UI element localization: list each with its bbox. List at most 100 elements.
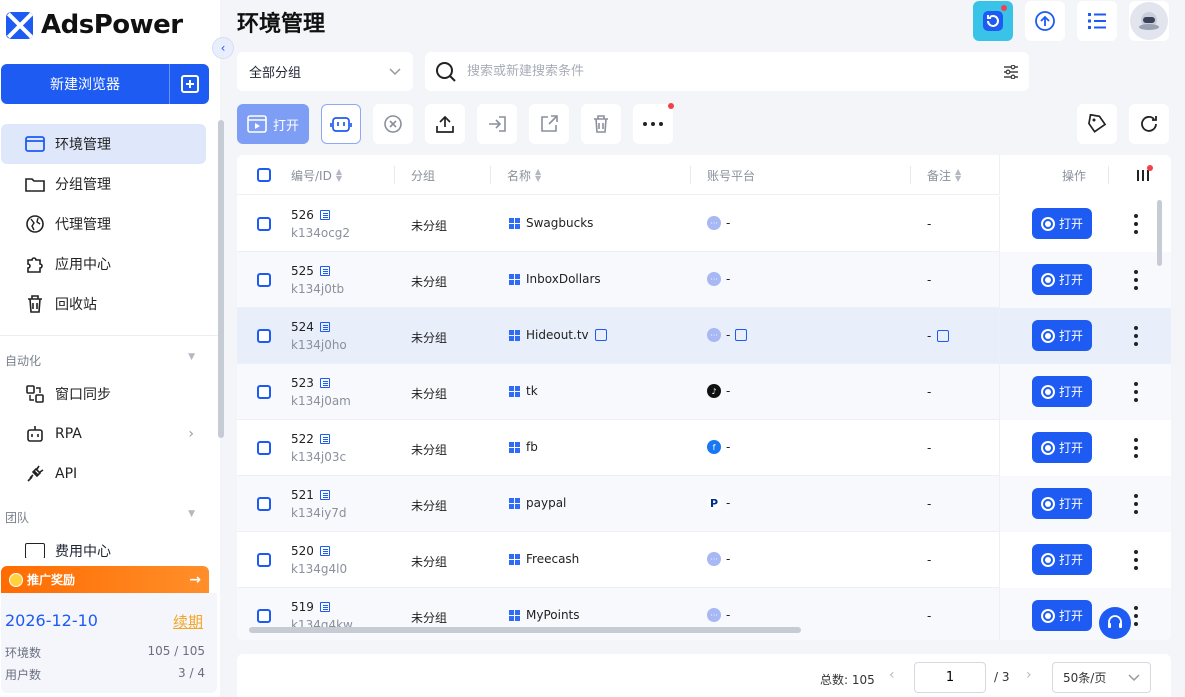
refresh-button[interactable]	[1129, 104, 1169, 144]
update-button[interactable]	[1025, 1, 1065, 41]
edit-icon[interactable]	[937, 330, 950, 342]
table-row[interactable]: 522 k134j03c 未分组 fb f - - 打开	[237, 420, 1171, 476]
new-browser-button[interactable]: 新建浏览器	[1, 64, 169, 104]
user-menu-button[interactable]	[1129, 1, 1169, 41]
open-profile-button[interactable]: 打开	[1032, 432, 1092, 463]
edit-icon[interactable]	[735, 329, 748, 341]
table-row[interactable]: 526 k134ocg2 未分组 Swagbucks ··· - - 打开	[237, 196, 1171, 252]
horizontal-scrollbar[interactable]	[249, 627, 801, 633]
copy-icon[interactable]	[319, 210, 330, 220]
renew-link[interactable]: 续期	[173, 611, 203, 632]
profile-id[interactable]: k134ocg2	[291, 226, 350, 240]
page-size-select[interactable]: 50条/页	[1052, 662, 1151, 693]
row-more-button[interactable]	[1134, 382, 1138, 402]
logo[interactable]: AdsPower	[6, 10, 183, 40]
nav-item-api[interactable]: API	[1, 454, 206, 494]
open-profile-button[interactable]: 打开	[1032, 488, 1092, 519]
open-profile-button[interactable]: 打开	[1032, 544, 1092, 575]
nav-item-rpa[interactable]: RPA ›	[1, 414, 206, 454]
delete-button[interactable]	[581, 104, 621, 144]
copy-icon[interactable]	[319, 602, 330, 612]
profile-id[interactable]: k134j0am	[291, 394, 351, 408]
collapse-sidebar-button[interactable]: ‹	[212, 37, 234, 59]
row-more-button[interactable]	[1134, 550, 1138, 570]
filter-sliders-icon[interactable]	[1003, 64, 1019, 79]
row-checkbox[interactable]	[257, 609, 271, 623]
copy-icon[interactable]	[319, 490, 330, 500]
import-button[interactable]	[477, 104, 517, 144]
plan-card: 2026-12-10 续期 环境数 105 / 105 用户数 3 / 4	[1, 593, 217, 693]
promo-banner[interactable]: 推广奖励 →	[1, 566, 209, 593]
quick-create-button[interactable]	[169, 64, 209, 104]
table-row[interactable]: 525 k134j0tb 未分组 InboxDollars ··· - - 打开	[237, 252, 1171, 308]
table-row[interactable]: 521 k134iy7d 未分组 paypal P - - 打开	[237, 476, 1171, 532]
row-checkbox[interactable]	[257, 553, 271, 567]
select-all-checkbox[interactable]	[257, 168, 271, 182]
sync-app-button[interactable]	[973, 1, 1013, 41]
profile-id[interactable]: k134j0tb	[291, 282, 344, 296]
copy-icon[interactable]	[319, 266, 330, 276]
tag-button[interactable]	[1077, 104, 1117, 144]
table-row[interactable]: 520 k134g4l0 未分组 Freecash ··· - - 打开	[237, 532, 1171, 588]
open-profile-button[interactable]: 打开	[1032, 208, 1092, 239]
nav-item-window-sync[interactable]: 窗口同步	[1, 374, 206, 414]
open-profile-button[interactable]: 打开	[1032, 320, 1092, 351]
caret-down-icon: ▼	[188, 509, 195, 519]
row-more-button[interactable]	[1134, 270, 1138, 290]
nav-item-proxy[interactable]: 代理管理	[1, 204, 206, 244]
copy-icon[interactable]	[319, 322, 330, 332]
profile-id[interactable]: k134j03c	[291, 450, 346, 464]
profile-id[interactable]: k134g4l0	[291, 562, 347, 576]
nav-item-billing[interactable]: 费用中心	[25, 541, 111, 558]
row-more-button[interactable]	[1134, 494, 1138, 514]
next-page-icon[interactable]: ›	[1026, 667, 1032, 683]
nav-item-app-center[interactable]: 应用中心	[1, 244, 206, 284]
profile-group: 未分组	[411, 275, 448, 289]
row-more-button[interactable]	[1134, 438, 1138, 458]
profile-id[interactable]: k134j0ho	[291, 338, 347, 352]
table-row[interactable]: 523 k134j0am 未分组 tk ♪ - - 打开	[237, 364, 1171, 420]
more-actions-button[interactable]	[633, 103, 674, 144]
support-chat-button[interactable]	[1099, 607, 1131, 639]
sidebar-scrollbar[interactable]	[218, 120, 224, 438]
row-checkbox[interactable]	[257, 273, 271, 287]
nav-item-trash[interactable]: 回收站	[1, 284, 206, 324]
upload-button[interactable]	[425, 104, 465, 144]
row-checkbox[interactable]	[257, 385, 271, 399]
rpa-button[interactable]	[321, 104, 361, 144]
page-input[interactable]	[914, 662, 986, 693]
vertical-scrollbar[interactable]	[1157, 200, 1162, 266]
profile-id[interactable]: k134iy7d	[291, 506, 347, 520]
task-list-button[interactable]	[1077, 1, 1117, 41]
edit-icon[interactable]	[594, 329, 607, 341]
copy-icon[interactable]	[319, 378, 330, 388]
nav-item-group[interactable]: 分组管理	[1, 164, 206, 204]
col-note[interactable]: 备注 ▲ ▼	[927, 155, 961, 195]
batch-open-button[interactable]: 打开	[237, 104, 309, 144]
copy-icon[interactable]	[319, 434, 330, 444]
copy-icon[interactable]	[319, 546, 330, 556]
open-profile-button[interactable]: 打开	[1032, 264, 1092, 295]
row-more-button[interactable]	[1134, 214, 1138, 234]
col-id[interactable]: 编号/ID ▲ ▼	[291, 155, 395, 195]
nav-item-environment[interactable]: 环境管理	[1, 124, 206, 164]
row-more-button[interactable]	[1134, 606, 1138, 626]
open-profile-button[interactable]: 打开	[1032, 600, 1092, 631]
profile-number-value: 519	[291, 600, 314, 614]
table-row[interactable]: 524 k134j0ho 未分组 Hideout.tv ··· - - 打开	[237, 308, 1171, 364]
section-team[interactable]: 团队 ▼	[5, 509, 195, 526]
group-select[interactable]: 全部分组	[237, 52, 413, 91]
row-checkbox[interactable]	[257, 497, 271, 511]
robot-icon	[25, 424, 45, 444]
col-name[interactable]: 名称 ▲ ▼	[507, 155, 691, 195]
row-checkbox[interactable]	[257, 441, 271, 455]
row-checkbox[interactable]	[257, 217, 271, 231]
share-button[interactable]	[529, 104, 569, 144]
search-input[interactable]	[467, 64, 993, 79]
row-more-button[interactable]	[1134, 326, 1138, 346]
prev-page-icon[interactable]: ‹	[889, 667, 895, 683]
open-profile-button[interactable]: 打开	[1032, 376, 1092, 407]
close-browser-button[interactable]	[373, 104, 413, 144]
section-automation[interactable]: 自动化 ▼	[5, 352, 195, 369]
row-checkbox[interactable]	[257, 329, 271, 343]
